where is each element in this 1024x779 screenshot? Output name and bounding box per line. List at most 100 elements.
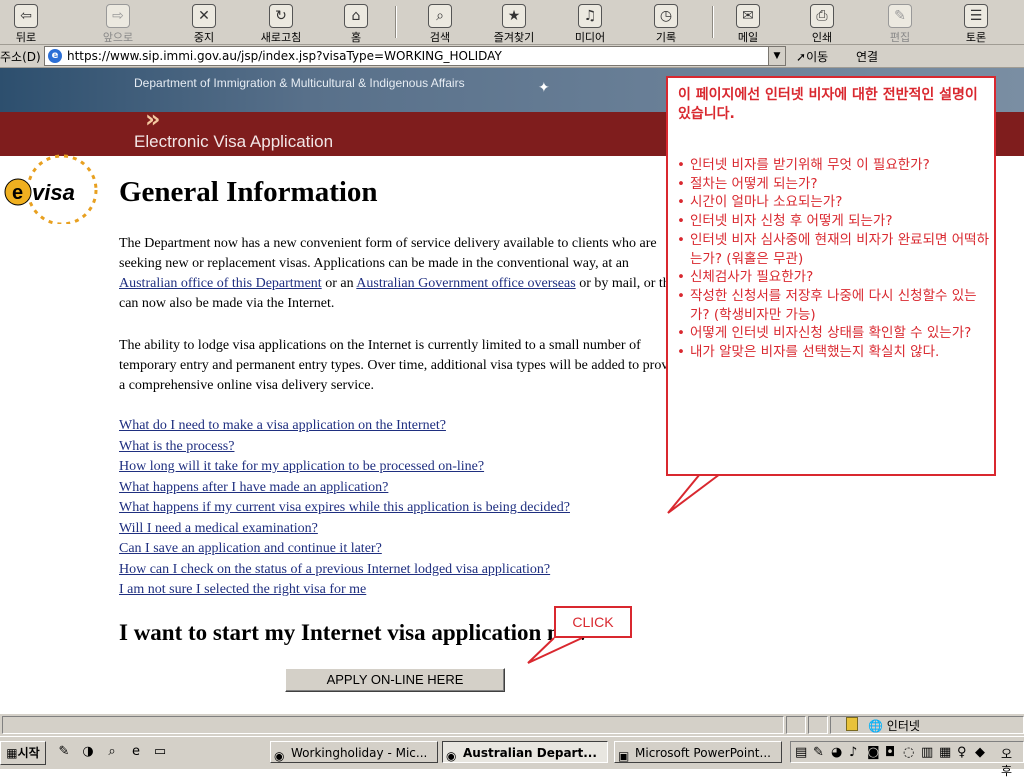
address-dropdown-icon[interactable]: ▼: [768, 47, 785, 65]
back-button[interactable]: ⇦ 뒤로: [0, 2, 52, 44]
ie-page-icon: e: [48, 49, 62, 63]
edit-icon: ✎: [888, 4, 912, 28]
links-button[interactable]: 연결: [856, 48, 878, 65]
intro-paragraph: The Department now has a new convenient …: [119, 236, 683, 311]
callout-item: 신체검사가 필요한가?: [676, 268, 992, 287]
callout-item: 작성한 신청서를 저장후 나중에 다시 신청할수 있는가? (학생비자만 가능): [676, 287, 992, 324]
powerpoint-icon: ▣: [618, 749, 630, 763]
explanation-callout: 이 페이지에선 인터넷 비자에 대한 전반적인 설명이 있습니다. 인터넷 비자…: [666, 76, 996, 476]
status-zone-cell: [830, 716, 1024, 734]
system-tray: ▤ ✎ ◕ ♪ ◙ ◘ ◌ ▥ ▦ ♀ ◆ 오후: [790, 741, 1024, 778]
home-button[interactable]: ⌂ 홈: [330, 2, 382, 44]
callout-item: 인터넷 비자를 받기위해 무엇 이 필요한가?: [676, 156, 992, 175]
search-button[interactable]: ⌕ 검색: [414, 2, 466, 44]
task-workingholiday[interactable]: ◉ Workingholiday - Mic...: [270, 741, 438, 763]
windows-logo-icon: ▦: [6, 746, 18, 760]
tray-icon[interactable]: ◕: [831, 745, 842, 760]
mail-button[interactable]: ✉ 메일: [722, 2, 774, 44]
toolbar-separator: [712, 6, 714, 38]
back-arrow-icon: ⇦: [14, 4, 38, 28]
status-text-cell: [2, 716, 784, 734]
faq-link[interactable]: I am not sure I selected the right visa …: [119, 580, 570, 601]
faq-link[interactable]: Will I need a medical examination?: [119, 519, 570, 540]
callout-tail-big: [667, 473, 721, 514]
address-input[interactable]: e https://www.sip.immi.gov.au/jsp/index.…: [44, 46, 786, 66]
department-name: Department of Immigration & Multicultura…: [134, 76, 465, 90]
callout-item: 어떻게 인터넷 비자신청 상태를 확인할 수 있는가?: [676, 324, 992, 343]
refresh-button[interactable]: ↻ 새로고침: [255, 2, 307, 44]
home-icon: ⌂: [344, 4, 368, 28]
go-button[interactable]: ➚이동: [796, 48, 828, 65]
tray-icon[interactable]: ▦: [939, 745, 951, 760]
tray-icon[interactable]: ▥: [921, 745, 933, 760]
address-label: 주소(D): [0, 50, 41, 64]
tray-icon[interactable]: ♪: [849, 745, 857, 760]
link-government-office-overseas[interactable]: Australian Government office overseas: [356, 276, 575, 291]
toolbar-separator: [395, 6, 397, 38]
link-australian-office[interactable]: Australian office of this Department: [119, 276, 322, 291]
svg-text:e: e: [12, 182, 23, 204]
callout-tail-small: [527, 637, 583, 664]
media-button[interactable]: ♫ 미디어: [564, 2, 616, 44]
refresh-icon: ↻: [269, 4, 293, 28]
clock[interactable]: 오후: [1001, 745, 1023, 779]
apply-online-button[interactable]: APPLY ON-LINE HERE: [285, 668, 505, 692]
quicklaunch-icon[interactable]: ◑: [80, 744, 96, 760]
tray-icon[interactable]: ✎: [813, 745, 824, 760]
go-arrow-icon: ➚: [796, 50, 807, 64]
app-title: Electronic Visa Application: [134, 132, 334, 151]
ie-page-icon: ◉: [446, 749, 457, 763]
page-title: General Information: [119, 176, 378, 208]
globe-icon: 🌐: [868, 719, 883, 733]
discuss-button[interactable]: ☰ 토론: [950, 2, 1002, 44]
callout-title: 이 페이지에선 인터넷 비자에 대한 전반적인 설명이 있습니다.: [678, 87, 978, 122]
task-powerpoint[interactable]: ▣ Microsoft PowerPoint...: [614, 741, 782, 763]
start-button[interactable]: ▦시작: [0, 741, 46, 765]
faq-links: What do I need to make a visa applicatio…: [119, 416, 570, 601]
tray-icon[interactable]: ♀: [957, 745, 967, 760]
forward-arrow-icon: ⇨: [106, 4, 130, 28]
taskbar: ▦시작 ✎ ◑ ⌕ e ▭ ◉ Workingholiday - Mic... ◉…: [0, 736, 1024, 778]
quicklaunch-icon[interactable]: ⌕: [104, 744, 120, 760]
status-cell: [786, 716, 806, 734]
history-icon: ◷: [654, 4, 678, 28]
tray-icon[interactable]: ▤: [795, 745, 807, 760]
faq-link[interactable]: Can I save an application and continue i…: [119, 539, 570, 560]
discuss-icon: ☰: [964, 4, 988, 28]
callout-item: 절차는 어떻게 되는가?: [676, 175, 992, 194]
tray-icon[interactable]: ◌: [903, 745, 914, 760]
faq-link[interactable]: What do I need to make a visa applicatio…: [119, 416, 570, 437]
ie-quicklaunch-icon[interactable]: e: [128, 744, 144, 760]
quicklaunch-icon[interactable]: ✎: [56, 744, 72, 760]
folder-icon[interactable]: ▭: [152, 744, 168, 760]
tray-icon[interactable]: ◘: [885, 745, 895, 760]
faq-link[interactable]: What is the process?: [119, 437, 570, 458]
forward-button[interactable]: ⇨ 앞으로: [92, 2, 144, 44]
ability-paragraph: The ability to lodge visa applications o…: [119, 338, 686, 393]
print-button[interactable]: ⎙ 인쇄: [796, 2, 848, 44]
callout-list: 인터넷 비자를 받기위해 무엇 이 필요한가? 절차는 어떻게 되는가? 시간이…: [676, 156, 992, 362]
history-button[interactable]: ◷ 기록: [640, 2, 692, 44]
faq-link[interactable]: How long will it take for my application…: [119, 457, 570, 478]
security-zone: 🌐 인터넷: [868, 719, 920, 733]
favorites-icon: ★: [502, 4, 526, 28]
stop-button[interactable]: ✕ 중지: [178, 2, 230, 44]
address-bar: 주소(D) e https://www.sip.immi.gov.au/jsp/…: [0, 45, 1024, 68]
callout-item: 내가 알맞은 비자를 선택했는지 확실치 않다.: [676, 343, 992, 362]
search-icon: ⌕: [428, 4, 452, 28]
faq-link[interactable]: How can I check on the status of a previ…: [119, 560, 570, 581]
task-australian-dept[interactable]: ◉ Australian Depart...: [442, 741, 608, 763]
callout-item: 인터넷 비자 신청 후 어떻게 되는가?: [676, 212, 992, 231]
stop-icon: ✕: [192, 4, 216, 28]
kangaroo-crest-icon: ✦: [538, 80, 550, 96]
favorites-button[interactable]: ★ 즐겨찾기: [488, 2, 540, 44]
faq-link[interactable]: What happens if my current visa expires …: [119, 498, 570, 519]
lock-icon: [846, 717, 858, 731]
faq-link[interactable]: What happens after I have made an applic…: [119, 478, 570, 499]
tray-icon[interactable]: ◙: [867, 745, 880, 760]
tray-icon[interactable]: ◆: [975, 745, 985, 760]
print-icon: ⎙: [810, 4, 834, 28]
callout-item: 인터넷 비자 심사중에 현재의 비자가 완료되면 어떡하는가? (워홀은 무관): [676, 231, 992, 268]
edit-button[interactable]: ✎ 편집: [874, 2, 926, 44]
status-cell: [808, 716, 828, 734]
